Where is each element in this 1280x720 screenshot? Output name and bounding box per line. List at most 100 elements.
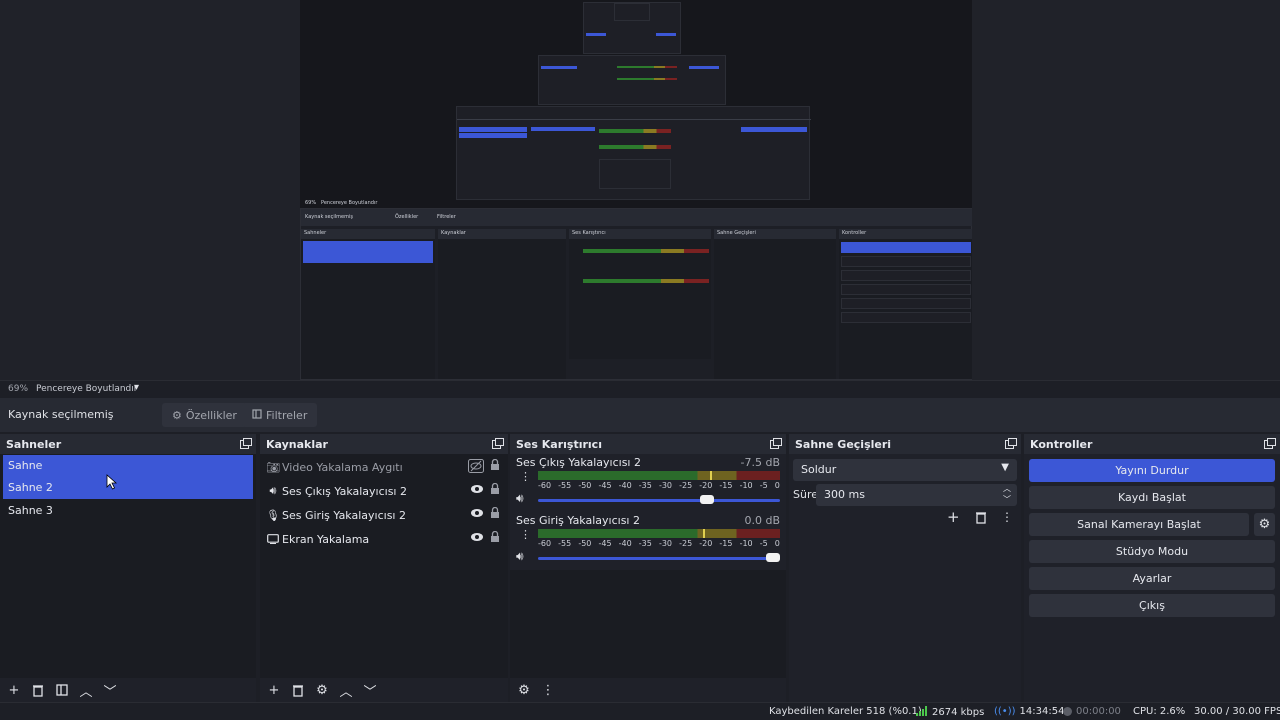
visibility-hidden-icon[interactable] bbox=[468, 459, 484, 476]
meter-tick-label: -5 bbox=[759, 539, 768, 548]
undock-icon[interactable] bbox=[1005, 438, 1017, 449]
record-icon bbox=[1063, 707, 1072, 716]
mixer-empty-area bbox=[510, 570, 786, 678]
move-down-icon[interactable]: ﹀ bbox=[360, 680, 380, 700]
source-label: Ekran Yakalama bbox=[282, 532, 370, 546]
meter-tick-label: -35 bbox=[638, 481, 652, 490]
start-virtual-camera-button[interactable]: Sanal Kamerayı Başlat bbox=[1029, 513, 1249, 536]
meter-tick-label: -15 bbox=[719, 539, 733, 548]
bitrate-value: 2674 kbps bbox=[932, 707, 985, 718]
lock-icon[interactable] bbox=[490, 458, 500, 476]
volume-slider[interactable] bbox=[538, 495, 780, 504]
source-item[interactable]: Ekran Yakalama bbox=[266, 528, 500, 550]
source-item[interactable]: 🔊︎ Ses Çıkış Yakalayıcısı 2 bbox=[266, 480, 500, 502]
gear-icon[interactable]: ⚙ bbox=[514, 680, 534, 700]
audio-mixer-dock: Ses Karıştırıcı Ses Çıkış Yakalayıcısı 2… bbox=[510, 434, 786, 702]
undock-icon[interactable] bbox=[492, 438, 504, 449]
nested-preview-level2 bbox=[538, 55, 726, 105]
studio-mode-button[interactable]: Stüdyo Modu bbox=[1029, 540, 1275, 563]
start-recording-button[interactable]: Kaydı Başlat bbox=[1029, 486, 1275, 509]
stop-streaming-button[interactable]: Yayını Durdur bbox=[1029, 459, 1275, 482]
meter-tick-label: -30 bbox=[658, 481, 673, 490]
more-options-icon[interactable]: ⋮ bbox=[520, 528, 531, 541]
fps-display: 30.00 / 30.00 FPS bbox=[1194, 706, 1280, 717]
meter-tick-label: -25 bbox=[679, 481, 693, 490]
more-options-icon[interactable]: ⋮ bbox=[1001, 510, 1013, 524]
meter-scale: -60 -55 -50 -45 -40 -35 -30 -25 -20 -15 -10 -5 0 bbox=[538, 539, 780, 549]
scene-filters-icon[interactable] bbox=[52, 680, 72, 700]
settings-button[interactable]: Ayarlar bbox=[1029, 567, 1275, 590]
scene-item[interactable]: Sahne 2 bbox=[3, 477, 253, 499]
meter-tick-label: -40 bbox=[618, 481, 632, 490]
move-up-icon[interactable]: ︿ bbox=[76, 680, 96, 700]
duration-spinbox[interactable]: 300 ms ︿ ﹀ bbox=[816, 484, 1017, 506]
source-item[interactable]: 📷︎ Video Yakalama Aygıtı bbox=[266, 456, 500, 478]
trash-icon[interactable] bbox=[975, 511, 987, 527]
add-source-icon[interactable]: + bbox=[264, 680, 284, 700]
meter-tick-label: -60 bbox=[538, 539, 552, 548]
audio-mixer-header: Ses Karıştırıcı bbox=[510, 434, 786, 454]
eye-icon[interactable] bbox=[470, 483, 484, 498]
gear-icon[interactable]: ⚙ bbox=[1254, 513, 1275, 536]
lock-icon[interactable] bbox=[490, 530, 500, 546]
zoom-level: 69% bbox=[8, 384, 29, 394]
volume-meter bbox=[538, 471, 780, 480]
more-options-icon[interactable]: ⋮ bbox=[538, 680, 558, 700]
controls-header: Kontroller bbox=[1024, 434, 1280, 454]
transition-selected-value: Soldur bbox=[801, 463, 837, 476]
channel-volume-db: -7.5 dB bbox=[740, 456, 781, 469]
slider-handle[interactable] bbox=[700, 495, 715, 504]
lock-icon[interactable] bbox=[490, 482, 500, 498]
scale-mode-dropdown[interactable]: Pencereye Boyutlandır bbox=[36, 384, 137, 394]
exit-button[interactable]: Çıkış bbox=[1029, 594, 1275, 617]
nested-preview-main: 69% Pencereye Boyutlandır Kaynak seçilme… bbox=[300, 200, 972, 380]
mixer-channels: Ses Çıkış Yakalayıcısı 2 -7.5 dB ⋮ -60 -5… bbox=[510, 454, 786, 570]
more-options-icon[interactable]: ⋮ bbox=[520, 470, 531, 483]
transitions-body: Soldur ▼ Süre 300 ms ︿ ﹀ + ⋮ bbox=[789, 454, 1021, 702]
move-down-icon[interactable]: ﹀ bbox=[100, 680, 120, 700]
move-up-icon[interactable]: ︿ bbox=[336, 680, 356, 700]
audio-mixer-title: Ses Karıştırıcı bbox=[516, 438, 602, 451]
chevron-down-icon[interactable]: ▾ bbox=[134, 382, 139, 393]
properties-button[interactable]: ⚙ Özellikler bbox=[162, 403, 247, 427]
meter-tick-label: -55 bbox=[558, 481, 572, 490]
slider-handle[interactable] bbox=[766, 553, 780, 562]
scenes-toolbar: + ︿ ﹀ bbox=[0, 678, 256, 702]
add-scene-icon[interactable]: + bbox=[4, 680, 24, 700]
meter-tick-label: -20 bbox=[699, 481, 713, 490]
eye-icon[interactable] bbox=[470, 507, 484, 522]
trash-icon[interactable] bbox=[288, 680, 308, 700]
spin-arrows-icon[interactable]: ︿ ﹀ bbox=[1003, 483, 1011, 505]
lock-icon[interactable] bbox=[490, 506, 500, 522]
sources-dock: Kaynaklar 📷︎ Video Yakalama Aygıtı 🔊︎ Se… bbox=[260, 434, 508, 702]
microphone-icon: 🎙︎ bbox=[266, 508, 280, 522]
preview-canvas[interactable]: 69% Pencereye Boyutlandır Kaynak seçilme… bbox=[300, 0, 972, 380]
volume-meter bbox=[538, 529, 780, 538]
channel-name: Ses Çıkış Yakalayıcısı 2 bbox=[516, 456, 641, 469]
filters-button[interactable]: Filtreler bbox=[242, 403, 318, 427]
preview-area[interactable]: 69% Pencereye Boyutlandır Kaynak seçilme… bbox=[0, 0, 1280, 380]
undock-icon[interactable] bbox=[240, 438, 252, 449]
undock-icon[interactable] bbox=[770, 438, 782, 449]
meter-tick-label: -40 bbox=[618, 539, 632, 548]
trash-icon[interactable] bbox=[28, 680, 48, 700]
speaker-icon[interactable]: 🔊︎ bbox=[516, 491, 524, 506]
scene-item[interactable]: Sahne bbox=[3, 455, 253, 477]
scene-item[interactable]: Sahne 3 bbox=[3, 500, 253, 522]
undock-icon[interactable] bbox=[1264, 438, 1276, 449]
gear-icon[interactable]: ⚙ bbox=[312, 680, 332, 700]
transition-select[interactable]: Soldur ▼ bbox=[793, 459, 1017, 481]
source-item[interactable]: 🎙︎ Ses Giriş Yakalayıcısı 2 bbox=[266, 504, 500, 526]
meter-tick-label: 0 bbox=[774, 481, 780, 490]
source-label: Ses Giriş Yakalayıcısı 2 bbox=[282, 508, 406, 522]
speaker-icon[interactable]: 🔊︎ bbox=[516, 549, 524, 564]
peak-indicator bbox=[702, 529, 705, 538]
eye-icon[interactable] bbox=[470, 531, 484, 546]
add-transition-icon[interactable]: + bbox=[947, 508, 960, 526]
meter-tick-label: -30 bbox=[658, 539, 673, 548]
sources-toolbar: + ⚙ ︿ ﹀ bbox=[260, 678, 508, 702]
volume-slider[interactable] bbox=[538, 553, 780, 562]
transitions-title: Sahne Geçişleri bbox=[795, 438, 892, 451]
sources-title: Kaynaklar bbox=[266, 438, 328, 451]
source-toolbar: Kaynak seçilmemiş ⚙ Özellikler Filtreler bbox=[0, 398, 1280, 432]
